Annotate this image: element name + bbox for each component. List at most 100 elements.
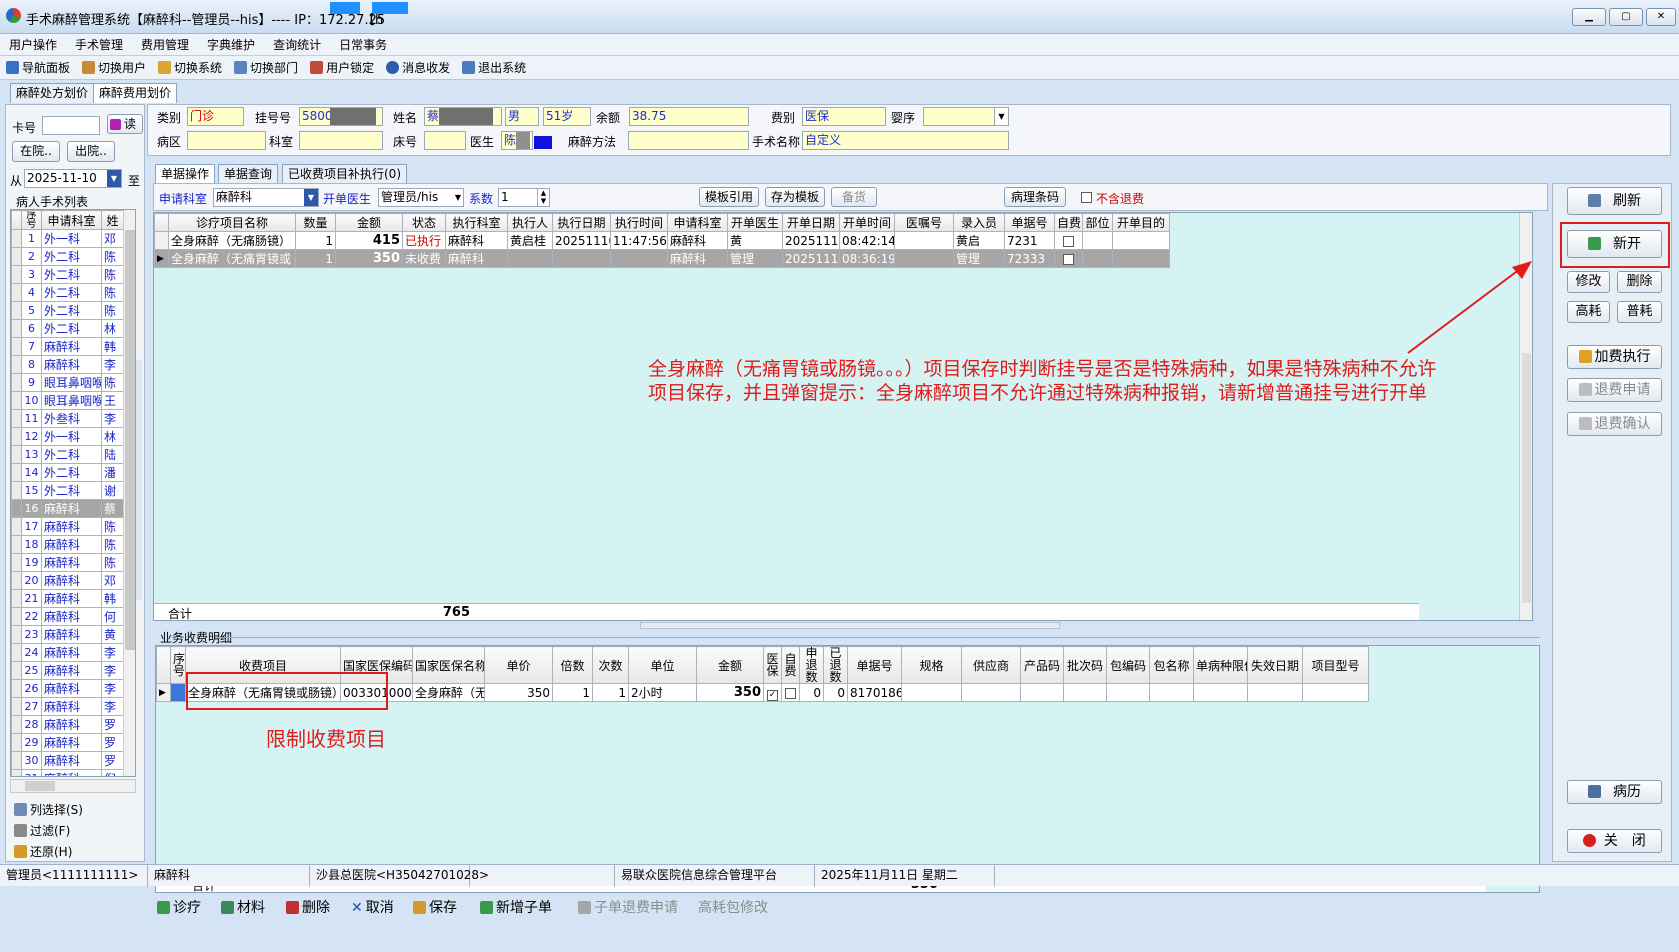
orders-col-header[interactable]: 申请科室	[667, 213, 728, 232]
orders-col-header[interactable]: 自费	[1054, 213, 1083, 232]
menu-daily[interactable]: 日常事务	[330, 34, 396, 56]
apply-dept-select[interactable]: 麻醉科 ▼	[213, 188, 319, 207]
patient-row[interactable]: 5 外二科陈	[11, 301, 124, 320]
sub-order-refund-button[interactable]: 子单退费申请	[578, 897, 678, 917]
detail-col-header[interactable]: 单价	[484, 646, 553, 684]
detail-col-header[interactable]: 规格	[901, 646, 962, 684]
orders-col-header[interactable]: 医嘱号	[894, 213, 954, 232]
insurance-checkbox[interactable]: ✓	[767, 690, 778, 701]
patient-list-hscrollbar[interactable]	[10, 779, 136, 793]
patient-row[interactable]: 20 麻醉科邓	[11, 571, 124, 590]
patient-row[interactable]: 14 外二科潘	[11, 463, 124, 482]
scroll-thumb[interactable]	[1522, 353, 1531, 603]
patient-row[interactable]: 23 麻醉科黄	[11, 625, 124, 644]
patient-row[interactable]: 18 麻醉科陈	[11, 535, 124, 554]
orders-col-header[interactable]: 诊疗项目名称	[168, 213, 296, 232]
detail-col-header[interactable]: 单位	[628, 646, 697, 684]
bed-field[interactable]	[424, 131, 466, 150]
detail-col-header[interactable]: 单据号	[847, 646, 902, 684]
detail-col-header[interactable]: 包名称	[1149, 646, 1194, 684]
tab-supplement-exec[interactable]: 已收费项目补执行(0)	[282, 164, 407, 183]
switch-system-button[interactable]: 切换系统	[152, 56, 228, 80]
splitter-handle[interactable]	[136, 360, 142, 600]
read-card-button[interactable]: 读	[107, 114, 143, 134]
menu-user-ops[interactable]: 用户操作	[0, 34, 66, 56]
orders-col-header[interactable]: 部位	[1082, 213, 1113, 232]
save-button[interactable]: 保存	[413, 897, 457, 917]
patient-row[interactable]: 13 外二科陆	[11, 445, 124, 464]
detail-col-header[interactable]: 批次码	[1063, 646, 1107, 684]
coef-spinner[interactable]: 1 ▲ ▼	[498, 188, 550, 207]
patient-row[interactable]: 24 麻醉科李	[11, 643, 124, 662]
medical-record-button[interactable]: 病历	[1567, 780, 1662, 804]
anesthesia-method-field[interactable]	[628, 131, 749, 150]
template-apply-button[interactable]: 模板引用	[699, 187, 759, 207]
detail-col-header[interactable]: 已退数	[823, 646, 848, 684]
orders-col-header[interactable]: 执行日期	[552, 213, 611, 232]
detail-col-header[interactable]: 包编码	[1106, 646, 1150, 684]
high-consumable-button[interactable]: 高耗	[1567, 301, 1610, 323]
patient-row[interactable]: 22 麻醉科何	[11, 607, 124, 626]
nav-panel-button[interactable]: 导航面板	[0, 56, 76, 80]
detail-col-header[interactable]: 国家医保名称	[412, 646, 485, 684]
patient-row[interactable]: 31麻醉科倪	[11, 769, 124, 776]
patient-row[interactable]: 10 眼耳鼻咽喉王	[11, 391, 124, 410]
tab-fee-pricing[interactable]: 麻醉费用划价	[93, 83, 178, 103]
patient-list-grid[interactable]: 序号 申请科室姓 1 外一科邓 2 外二科陈 3 外二科陈 4 外二科陈 5 外二科陈 6 外二科林 7 麻…	[10, 209, 136, 777]
in-hospital-button[interactable]: 在院..	[12, 141, 60, 162]
tab-order-query[interactable]: 单据查询	[218, 164, 279, 183]
scroll-thumb[interactable]	[25, 781, 55, 791]
detail-col-header[interactable]: 次数	[592, 646, 629, 684]
orders-col-header[interactable]: 开单目的	[1112, 213, 1170, 232]
category-field[interactable]: 门诊	[187, 107, 244, 126]
refund-apply-button[interactable]: 退费申请	[1567, 378, 1662, 402]
baby-seq-select[interactable]: ▼	[923, 107, 1009, 126]
detail-col-header[interactable]: 金额	[696, 646, 764, 684]
self-pay-checkbox[interactable]	[1063, 253, 1074, 265]
order-doctor-select[interactable]: 管理员/his ▼	[378, 188, 464, 207]
orders-col-header[interactable]: 录入员	[953, 213, 1005, 232]
orders-col-header[interactable]: 开单日期	[782, 213, 840, 232]
patient-row[interactable]: 29 麻醉科罗	[11, 733, 124, 752]
exit-system-button[interactable]: 退出系统	[456, 56, 532, 80]
patient-row[interactable]: 1 外一科邓	[11, 229, 124, 248]
order-row[interactable]: 全身麻醉（无痛肠镜） 1 415 已执行 麻醉科 黄启桂 20251110 11:47:56 麻…	[154, 231, 1170, 250]
patient-row[interactable]: 30 麻醉科罗	[11, 751, 124, 770]
switch-dept-button[interactable]: 切换部门	[228, 56, 304, 80]
reg-no-field[interactable]: 5800	[299, 107, 383, 126]
add-fee-exec-button[interactable]: 加费执行	[1567, 345, 1662, 369]
patient-list-scrollbar[interactable]	[123, 210, 135, 776]
orders-col-header[interactable]: 执行人	[507, 213, 553, 232]
stock-button[interactable]: 备货	[831, 187, 877, 207]
patient-row[interactable]: 6 外二科林	[11, 319, 124, 338]
patient-row[interactable]: 8 麻醉科李	[11, 355, 124, 374]
orders-col-header[interactable]: 开单时间	[839, 213, 895, 232]
chevron-down-icon[interactable]: ▼	[455, 189, 461, 206]
switch-user-button[interactable]: 切换用户	[76, 56, 152, 80]
orders-col-header[interactable]: 执行科室	[445, 213, 508, 232]
dept-field[interactable]	[299, 131, 383, 150]
surgery-name-field[interactable]: 自定义	[802, 131, 1009, 150]
filter-list-item-restore[interactable]: 还原(H)	[14, 843, 72, 860]
patient-row[interactable]: 27 麻醉科李	[11, 697, 124, 716]
sex-field[interactable]: 男	[505, 107, 539, 126]
refresh-button[interactable]: 刷新	[1567, 187, 1662, 215]
patient-row[interactable]: 16 麻醉科蔡	[11, 499, 124, 518]
patient-row[interactable]: 3 外二科陈	[11, 265, 124, 284]
detail-col-header[interactable]: 自费	[781, 646, 800, 684]
patient-row[interactable]: 28 麻醉科罗	[11, 715, 124, 734]
add-sub-order-button[interactable]: 新增子单	[480, 897, 552, 917]
menu-dictionary[interactable]: 字典维护	[198, 34, 264, 56]
patient-row[interactable]: 4 外二科陈	[11, 283, 124, 302]
save-as-template-button[interactable]: 存为模板	[765, 187, 825, 207]
detail-col-header[interactable]: 申退数	[799, 646, 824, 684]
materials-button[interactable]: 材料	[221, 897, 265, 917]
orders-col-header[interactable]: 数量	[295, 213, 336, 232]
close-window-button[interactable]: ✕	[1646, 8, 1676, 26]
orders-col-header[interactable]: 状态	[402, 213, 446, 232]
delete-order-button[interactable]: 删除	[1617, 271, 1662, 293]
delete-button[interactable]: 删除	[286, 897, 330, 917]
detail-col-header[interactable]: 序号	[170, 646, 186, 684]
cancel-button[interactable]: ✕ 取消	[351, 897, 394, 917]
menu-query[interactable]: 查询统计	[264, 34, 330, 56]
